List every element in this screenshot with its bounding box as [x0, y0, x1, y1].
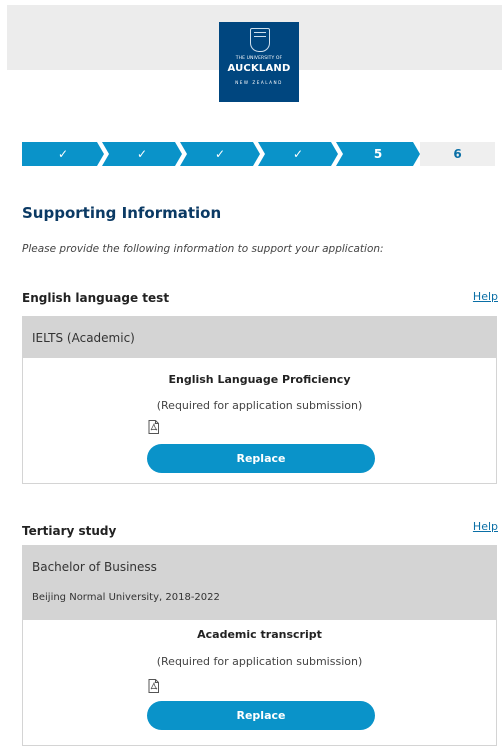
tertiary-qualification: Bachelor of Business [32, 560, 157, 574]
progress-step-4[interactable]: ✓ [258, 142, 338, 166]
document-requirement-note: (Required for application submission) [156, 655, 363, 668]
replace-button-english-proficiency[interactable]: Replace [147, 444, 375, 473]
tertiary-study-panel: Bachelor of Business Beijing Normal Univ… [22, 545, 497, 619]
help-link-tertiary-study[interactable]: Help [473, 520, 498, 533]
section-title-tertiary-study: Tertiary study [22, 524, 117, 538]
academic-transcript-document: Academic transcript (Required for applic… [22, 619, 497, 746]
logo-line-2: AUCKLAND [227, 63, 291, 74]
pdf-icon[interactable] [148, 679, 159, 693]
section-title-english-test: English language test [22, 291, 170, 305]
document-title: Academic transcript [197, 628, 322, 641]
page-title: Supporting Information [22, 204, 222, 222]
progress-step-5: 5 [336, 142, 420, 166]
page-intro: Please provide the following information… [22, 243, 384, 255]
university-logo[interactable]: THE UNIVERSITY OF AUCKLAND NEW ZEALAND [219, 22, 299, 102]
document-requirement-note: (Required for application submission) [156, 399, 363, 412]
progress-step-6: 6 [420, 142, 495, 166]
replace-button-academic-transcript[interactable]: Replace [147, 701, 375, 730]
english-proficiency-document: English Language Proficiency (Required f… [22, 357, 497, 484]
crest-icon [250, 28, 270, 52]
english-test-name: IELTS (Academic) [32, 331, 135, 345]
progress-step-3[interactable]: ✓ [180, 142, 260, 166]
progress-step-1[interactable]: ✓ [22, 142, 104, 166]
progress-step-2[interactable]: ✓ [102, 142, 182, 166]
english-test-panel: IELTS (Academic) [22, 316, 497, 357]
progress-steps: ✓ ✓ ✓ ✓ 5 6 [22, 142, 495, 166]
pdf-icon[interactable] [148, 420, 159, 434]
help-link-english-test[interactable]: Help [473, 290, 498, 303]
logo-line-3: NEW ZEALAND [235, 80, 283, 85]
logo-line-1: THE UNIVERSITY OF [235, 56, 283, 61]
tertiary-institution: Beijing Normal University, 2018-2022 [32, 592, 220, 603]
document-title: English Language Proficiency [168, 373, 351, 386]
